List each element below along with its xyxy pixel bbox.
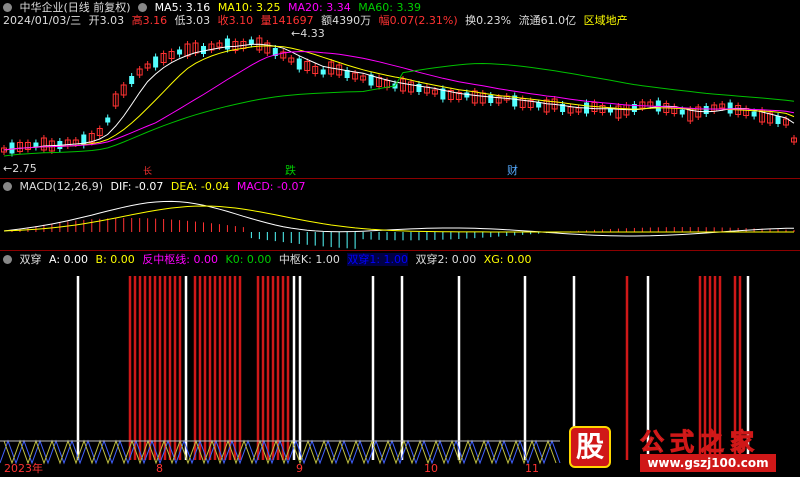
candle-body <box>416 84 422 92</box>
candle-body <box>703 106 709 114</box>
candle-body <box>727 102 733 114</box>
ma20-line <box>3 51 795 151</box>
candle-body <box>200 46 206 54</box>
candle-body <box>248 39 254 45</box>
axis-label-sep: 9 <box>296 462 303 475</box>
candle-body <box>224 38 230 50</box>
axis-label-year: 2023年 <box>4 462 43 475</box>
axis-label-nov: 11 <box>525 462 539 475</box>
min-price-label: ←2.75 <box>3 162 37 175</box>
candle-body <box>320 69 326 75</box>
candle-body <box>129 76 135 84</box>
event-marker-drop[interactable]: 跌 <box>285 164 296 178</box>
watermark-logo: 股 <box>560 422 616 468</box>
axis-label-oct: 10 <box>424 462 438 475</box>
watermark-url: www.gszj100.com <box>640 454 776 472</box>
max-price-label: ←4.33 <box>291 27 325 40</box>
candle-body <box>536 102 542 108</box>
candle-body <box>105 117 111 123</box>
candle-body <box>488 95 494 103</box>
candle-body <box>153 56 159 68</box>
ma5-line <box>3 43 795 151</box>
event-marker-long[interactable]: 长 <box>143 165 152 179</box>
chart-canvas[interactable] <box>0 0 800 477</box>
event-marker-finance[interactable]: 财 <box>507 164 518 178</box>
candle-body <box>177 49 183 55</box>
logo-glyph: 股 <box>569 426 611 468</box>
candle-body <box>775 116 781 124</box>
candle-body <box>751 111 757 117</box>
candle-body <box>296 58 302 70</box>
macd-dea-line <box>3 205 794 233</box>
candle-body <box>9 142 15 154</box>
axis-label-aug: 8 <box>156 462 163 475</box>
watermark-title: 公式之家 <box>640 428 760 457</box>
ma10-line <box>3 45 795 151</box>
candle-body <box>679 109 685 115</box>
